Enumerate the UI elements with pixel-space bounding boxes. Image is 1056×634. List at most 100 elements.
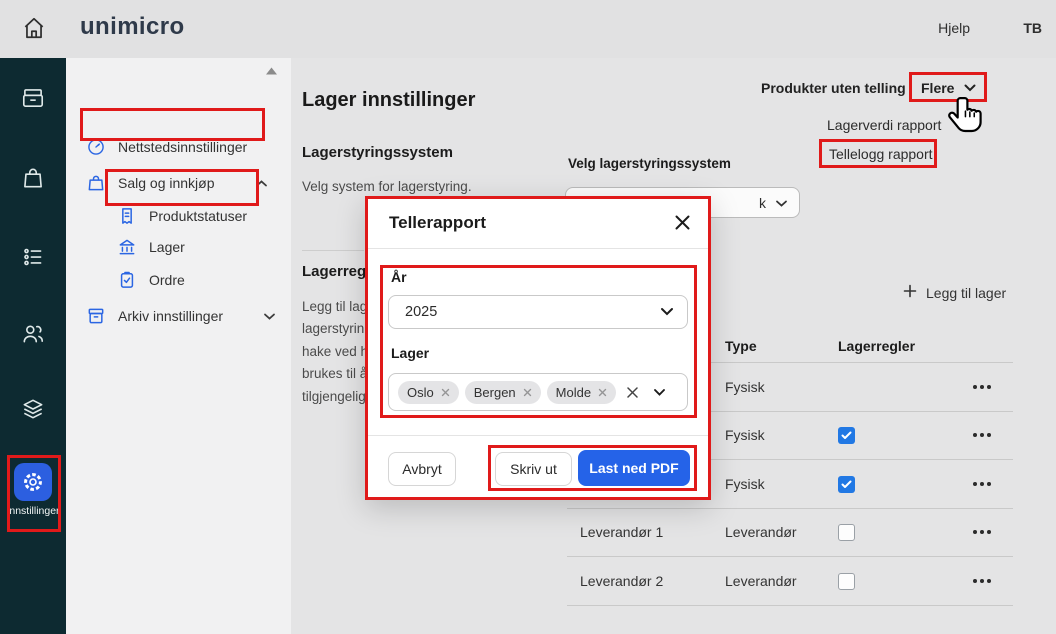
- print-button[interactable]: Skriv ut: [495, 452, 572, 486]
- clipboard-check-icon: [117, 270, 137, 290]
- chevron-down-icon: [963, 80, 977, 96]
- chip-bergen: Bergen: [465, 381, 541, 404]
- users-icon[interactable]: [20, 320, 46, 346]
- lagerregler-checkbox[interactable]: [838, 427, 855, 444]
- icon-sidebar: Innstillinger: [0, 58, 66, 634]
- bank-icon: [117, 237, 137, 257]
- cursor-hand-icon: [946, 94, 988, 143]
- cell-type: Leverandør: [725, 524, 797, 540]
- sidebar-item-arkiv-innstillinger[interactable]: Arkiv innstillinger: [86, 304, 276, 328]
- year-value: 2025: [405, 304, 437, 320]
- chevron-down-icon: [660, 304, 674, 320]
- tellerapport-modal: Tellerapport År 2025 Lager Oslo Bergen M…: [365, 196, 711, 500]
- select-label-lagerstyringssystem: Velg lagerstyringssystem: [568, 156, 731, 171]
- chip-remove-icon[interactable]: [523, 388, 532, 397]
- lager-multiselect[interactable]: Oslo Bergen Molde: [388, 373, 688, 411]
- chevron-up-icon: [255, 179, 268, 188]
- receipt-icon: [117, 206, 137, 226]
- archive-drawer-icon[interactable]: [20, 85, 46, 111]
- chevron-down-icon: [775, 195, 788, 211]
- archive-box-icon: [86, 306, 106, 326]
- column-header-type: Type: [725, 338, 757, 354]
- settings-button[interactable]: [14, 463, 52, 501]
- row-actions-ellipsis-icon[interactable]: [973, 579, 991, 583]
- settings-nav-panel: Nettstedsinnstillinger Salg og innkjøp P…: [66, 58, 291, 634]
- menu-item-tellelogg-rapport[interactable]: Tellelogg rapport: [829, 146, 933, 162]
- modal-divider: [368, 248, 708, 249]
- sidebar-item-label: Lager: [149, 239, 185, 255]
- sidebar-item-label: Produktstatuser: [149, 208, 247, 224]
- chip-oslo: Oslo: [398, 381, 459, 404]
- cell-type: Fysisk: [725, 379, 765, 395]
- chip-remove-icon[interactable]: [598, 388, 607, 397]
- year-label: År: [391, 269, 407, 285]
- section-description-lagerregler: Legg til lag lagerstyrin hake ved h bruk…: [302, 296, 368, 408]
- row-actions-ellipsis-icon[interactable]: [973, 530, 991, 534]
- list-icon[interactable]: [20, 244, 46, 270]
- chip-molde: Molde: [547, 381, 616, 404]
- text-line: hake ved h: [302, 341, 368, 363]
- lagerregler-checkbox[interactable]: [838, 476, 855, 493]
- add-lager-label: Legg til lager: [926, 285, 1006, 301]
- help-link[interactable]: Hjelp: [938, 20, 970, 36]
- menu-item-lagerverdi-rapport[interactable]: Lagerverdi rapport: [827, 117, 941, 133]
- shopping-bag-icon[interactable]: [20, 165, 46, 191]
- user-menu[interactable]: TB: [1023, 20, 1042, 36]
- home-icon: [21, 15, 47, 41]
- chevron-down-icon: [263, 312, 276, 321]
- sidebar-item-ordre[interactable]: Ordre: [117, 268, 185, 292]
- add-lager-button[interactable]: Legg til lager: [903, 284, 1006, 301]
- lager-label: Lager: [391, 345, 429, 361]
- settings-label: Innstillinger: [6, 505, 59, 517]
- cell-type: Fysisk: [725, 427, 765, 443]
- sidebar-item-label: Nettstedsinnstillinger: [118, 139, 247, 155]
- cell-name: Leverandør 2: [580, 573, 663, 589]
- sidebar-item-label: Ordre: [149, 272, 185, 288]
- year-select[interactable]: 2025: [388, 295, 688, 329]
- chip-remove-icon[interactable]: [441, 388, 450, 397]
- lagerregler-checkbox[interactable]: [838, 524, 855, 541]
- topbar: unimicro Hjelp TB: [0, 0, 1056, 58]
- row-actions-ellipsis-icon[interactable]: [973, 482, 991, 486]
- layers-icon[interactable]: [20, 396, 46, 422]
- cell-type: Leverandør: [725, 573, 797, 589]
- text-line: Legg til lag: [302, 296, 368, 318]
- sidebar-item-lager[interactable]: Lager: [117, 235, 185, 259]
- brand-logo: unimicro: [80, 13, 185, 41]
- modal-title: Tellerapport: [389, 213, 486, 233]
- more-button-label: Flere: [921, 80, 954, 96]
- row-actions-ellipsis-icon[interactable]: [973, 433, 991, 437]
- text-line: lagerstyrin: [302, 318, 368, 340]
- sidebar-item-salg-og-innkjop[interactable]: Salg og innkjøp: [86, 171, 268, 195]
- cell-type: Fysisk: [725, 476, 765, 492]
- shopping-bag-icon: [86, 173, 106, 193]
- more-button[interactable]: Flere: [921, 80, 977, 96]
- collapse-triangle-icon[interactable]: [265, 63, 278, 81]
- modal-footer-divider: [368, 435, 708, 436]
- table-row: Leverandør 1 Leverandør: [567, 508, 1013, 557]
- section-description: Velg system for lagerstyring.: [302, 179, 472, 194]
- sidebar-item-produktstatuser[interactable]: Produktstatuser: [117, 204, 247, 228]
- globe-icon: [86, 137, 106, 157]
- chip-label: Molde: [556, 385, 591, 400]
- close-button[interactable]: [672, 212, 693, 236]
- plus-icon: [903, 284, 917, 301]
- chip-label: Bergen: [474, 385, 516, 400]
- home-button[interactable]: [20, 15, 48, 43]
- clear-selection-icon[interactable]: [626, 386, 639, 399]
- products-without-count-button[interactable]: Produkter uten telling: [761, 80, 906, 96]
- section-heading-lagerstyringssystem: Lagerstyringssystem: [302, 144, 453, 161]
- row-actions-ellipsis-icon[interactable]: [973, 385, 991, 389]
- lagerregler-checkbox[interactable]: [838, 573, 855, 590]
- chip-label: Oslo: [407, 385, 434, 400]
- sidebar-item-label: Arkiv innstillinger: [118, 308, 223, 324]
- download-pdf-button[interactable]: Last ned PDF: [578, 450, 690, 486]
- text-line: tilgjengelig: [302, 386, 368, 408]
- cancel-button[interactable]: Avbryt: [388, 452, 456, 486]
- gear-icon: [21, 470, 45, 494]
- section-divider: [302, 250, 364, 251]
- sidebar-item-nettstedsinnstillinger[interactable]: Nettstedsinnstillinger: [86, 135, 247, 159]
- page-title: Lager innstillinger: [302, 89, 475, 112]
- chevron-down-icon: [653, 388, 666, 397]
- column-header-lagerregler: Lagerregler: [838, 338, 915, 354]
